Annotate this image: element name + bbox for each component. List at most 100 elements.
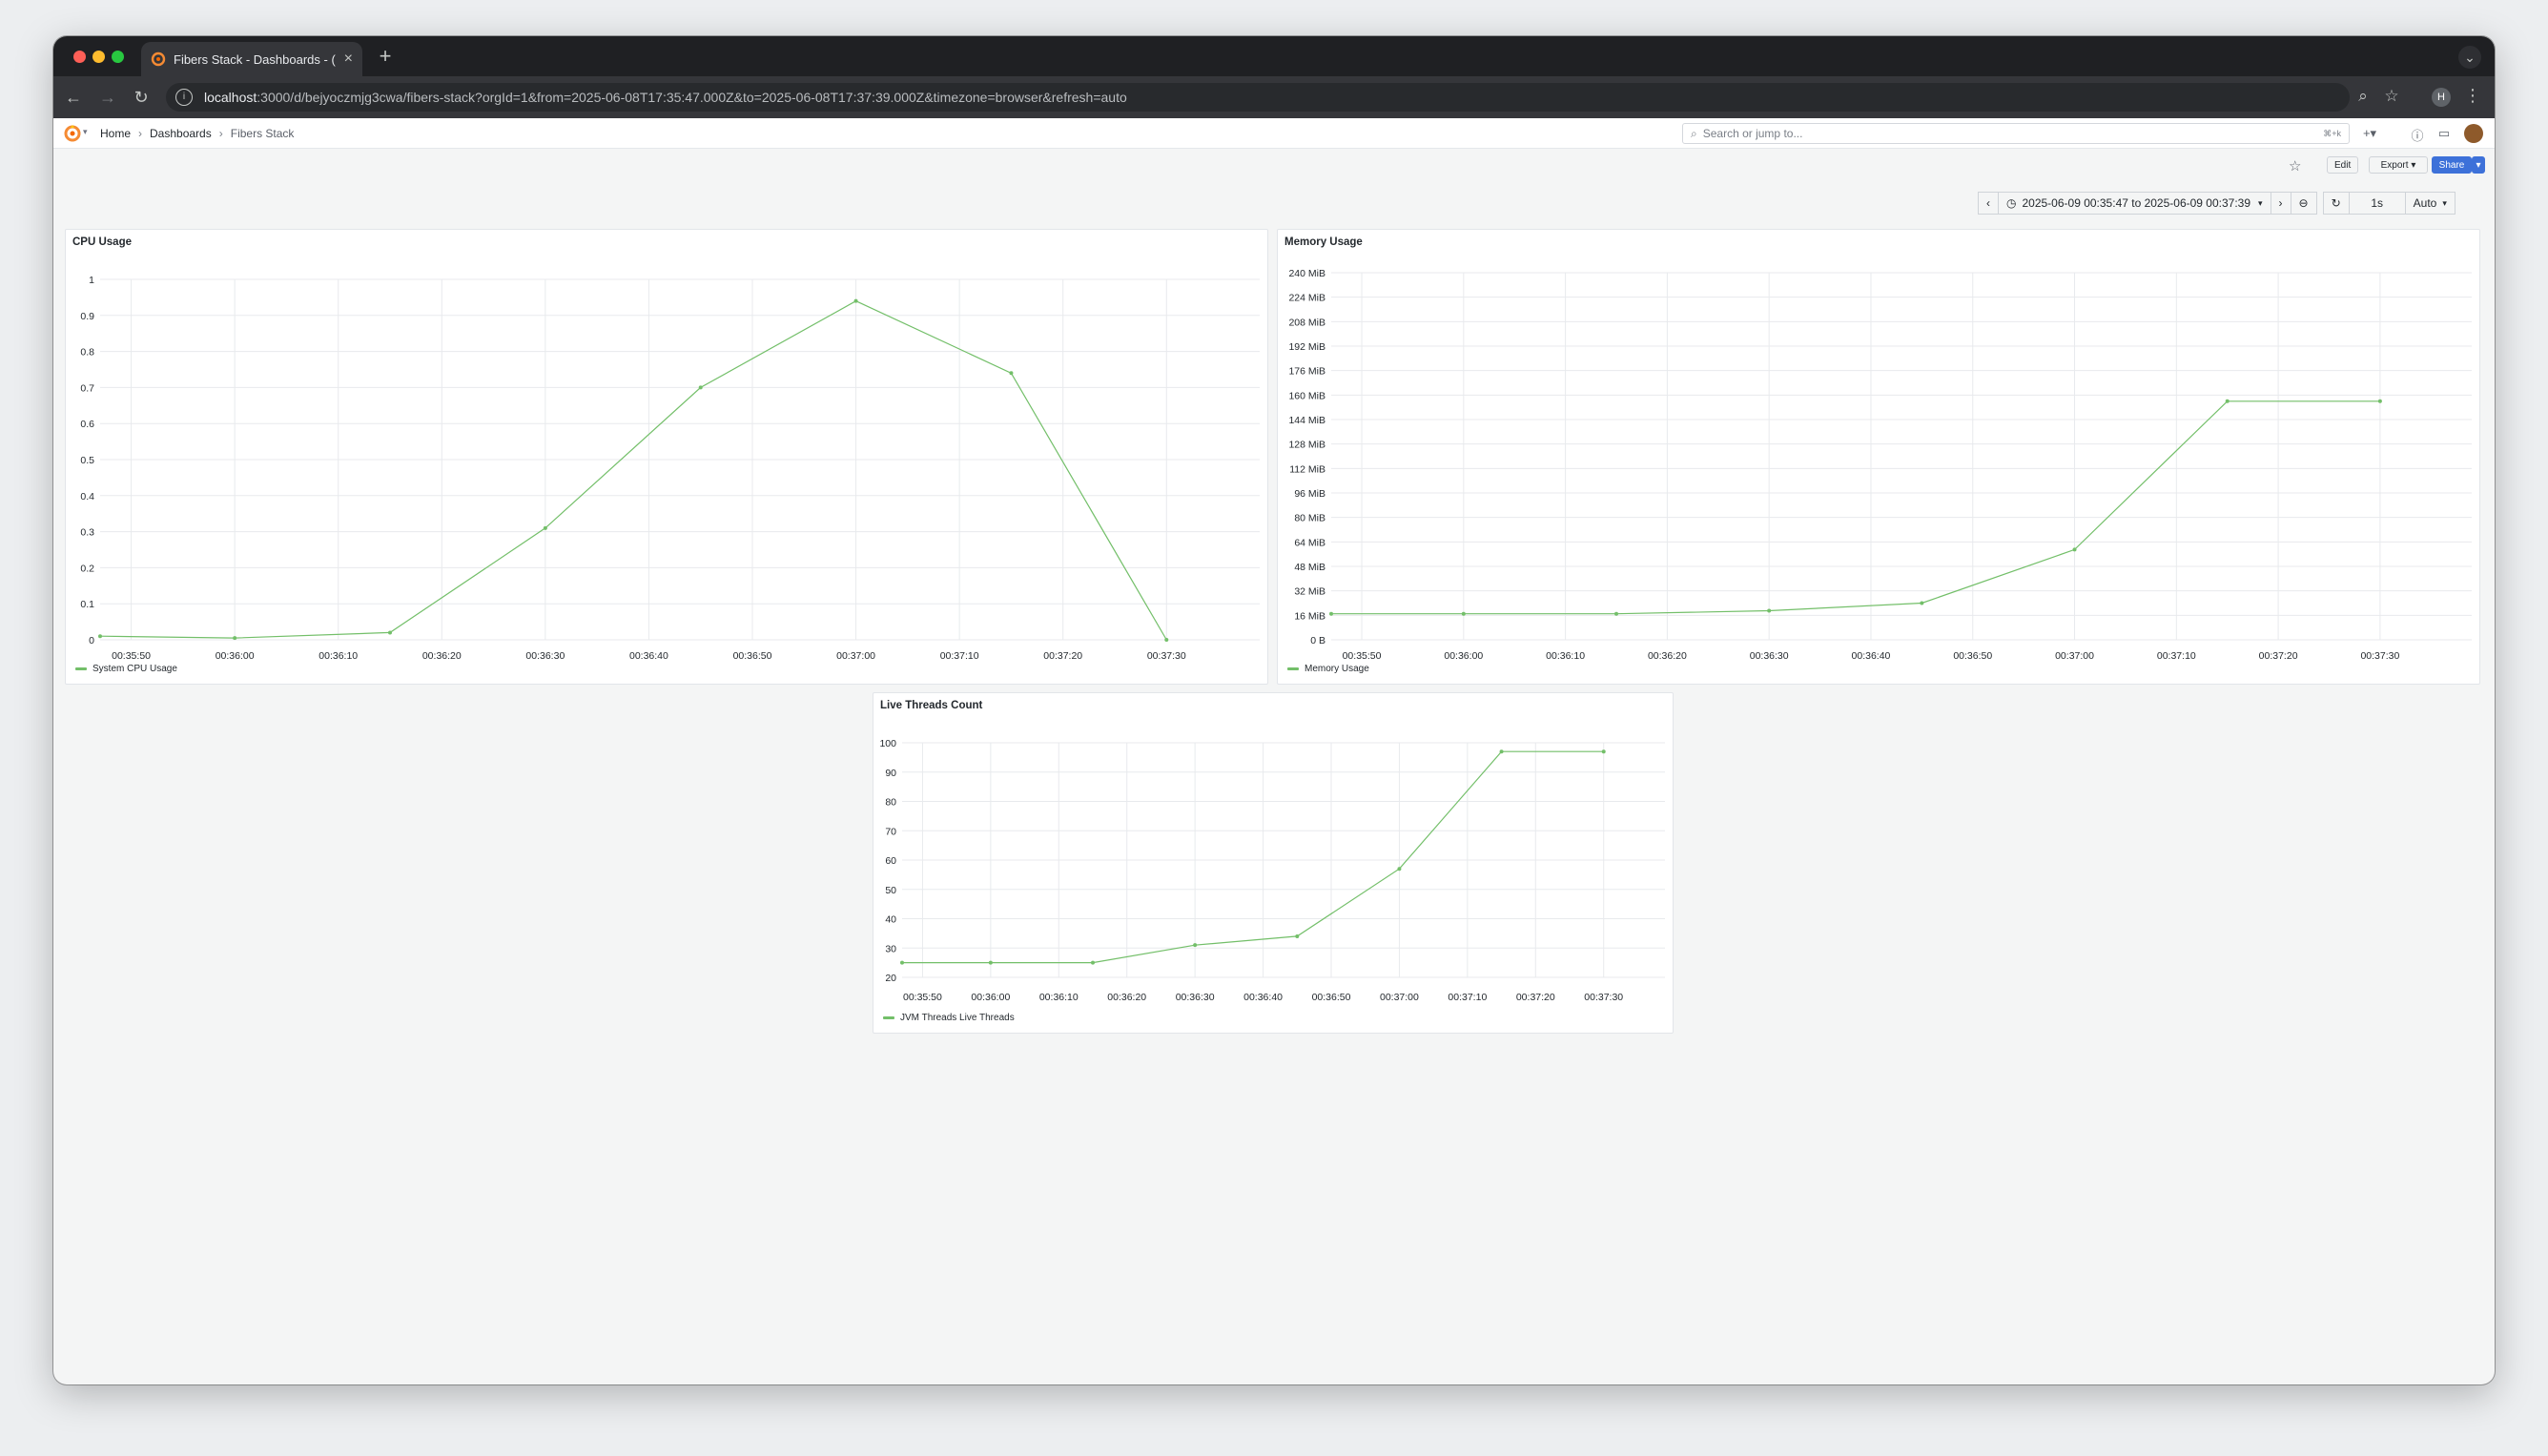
legend-swatch xyxy=(75,667,87,670)
x-tick-label: 00:35:50 xyxy=(112,650,151,662)
x-tick-label: 00:36:50 xyxy=(1312,992,1351,1003)
time-shift-back-icon[interactable]: ‹ xyxy=(1978,192,1999,215)
x-tick-label: 00:36:10 xyxy=(318,650,358,662)
y-tick-label: 30 xyxy=(885,943,896,954)
x-tick-label: 00:36:10 xyxy=(1039,992,1079,1003)
y-tick-label: 0.4 xyxy=(80,491,94,502)
data-point xyxy=(1009,371,1014,376)
new-tab-button[interactable]: + xyxy=(372,44,399,69)
browser-menu-icon[interactable]: ⋮ xyxy=(2464,86,2481,106)
y-tick-label: 80 MiB xyxy=(1294,513,1325,524)
data-point xyxy=(233,636,237,641)
share-chevron-down-icon[interactable]: ▾ xyxy=(2472,156,2485,174)
zoom-out-icon[interactable]: ⊖ xyxy=(2290,192,2317,215)
memory-usage-panel[interactable]: Memory Usage 0 B 16 MiB 32 MiB 48 MiB 64 MiB… xyxy=(1277,229,2480,685)
y-tick-label: 160 MiB xyxy=(1288,390,1325,401)
time-range-picker[interactable]: ◷ 2025-06-09 00:35:47 to 2025-06-09 00:3… xyxy=(1998,192,2271,215)
site-info-icon[interactable]: i xyxy=(175,89,193,106)
y-tick-label: 50 xyxy=(885,885,896,896)
y-tick-label: 0.1 xyxy=(80,599,94,610)
breadcrumb-current: Fibers Stack xyxy=(230,127,295,140)
search-input[interactable]: ⌕ Search or jump to... ⌘+k xyxy=(1682,123,2350,144)
time-controls: ‹ ◷ 2025-06-09 00:35:47 to 2025-06-09 00… xyxy=(1978,192,2456,215)
favorite-star-icon[interactable]: ☆ xyxy=(2289,157,2301,174)
reload-icon[interactable]: ↻ xyxy=(129,85,154,110)
maximize-window-button[interactable] xyxy=(112,51,124,63)
cpu-usage-chart: 0 0.1 0.2 0.3 0.4 0.5 0.6 0.7 0.8 0.9 1 00:35:50 00:… xyxy=(80,275,1260,662)
menu-chevron-down-icon[interactable]: ▾ xyxy=(83,127,88,137)
tab-close-icon[interactable]: × xyxy=(344,51,353,68)
data-point xyxy=(1295,933,1300,938)
auto-label: Auto xyxy=(2413,196,2437,210)
legend-label: JVM Threads Live Threads xyxy=(900,1013,1015,1023)
y-tick-label: 0.8 xyxy=(80,347,94,359)
clock-icon: ◷ xyxy=(2006,196,2017,210)
y-tick-label: 0 B xyxy=(1310,635,1325,646)
x-tick-label: 00:37:00 xyxy=(836,650,875,662)
data-point xyxy=(698,385,703,390)
address-bar[interactable]: i localhost:3000/d/bejyoczmjg3cwa/fibers… xyxy=(166,83,2350,112)
data-point xyxy=(1614,611,1618,616)
search-shortcut: ⌘+k xyxy=(2323,128,2341,138)
add-plus-icon[interactable]: +▾ xyxy=(2361,126,2378,141)
grafana-logo-icon[interactable] xyxy=(63,124,82,143)
close-window-button[interactable] xyxy=(73,51,86,63)
chart-legend[interactable]: JVM Threads Live Threads xyxy=(883,1013,1015,1023)
data-point xyxy=(1091,960,1095,965)
breadcrumb-dashboards[interactable]: Dashboards xyxy=(150,127,212,140)
x-tick-label: 00:37:30 xyxy=(1584,992,1623,1003)
x-tick-label: 00:37:00 xyxy=(1380,992,1419,1003)
y-tick-label: 208 MiB xyxy=(1288,317,1325,328)
x-tick-label: 00:36:40 xyxy=(1852,650,1891,662)
time-shift-forward-icon[interactable]: › xyxy=(2270,192,2291,215)
browser-toolbar: ← → ↻ i localhost:3000/d/bejyoczmjg3cwa/… xyxy=(53,76,2495,118)
share-button[interactable]: Share xyxy=(2432,156,2472,174)
data-point xyxy=(2377,399,2382,403)
cpu-usage-panel[interactable]: CPU Usage 0 0.1 0.2 0.3 0.4 0.5 0.6 0.7 0.8 0.9 1 0… xyxy=(65,229,1268,685)
x-tick-label: 00:36:10 xyxy=(1546,650,1585,662)
chart-legend[interactable]: Memory Usage xyxy=(1287,664,1369,674)
zoom-magnifier-icon[interactable]: ⌕ xyxy=(2352,87,2374,106)
x-tick-label: 00:37:20 xyxy=(1516,992,1555,1003)
browser-tab[interactable]: Fibers Stack - Dashboards - ( × xyxy=(141,42,362,76)
breadcrumb-home[interactable]: Home xyxy=(100,127,131,140)
tab-search-chevron-icon[interactable]: ⌄ xyxy=(2458,46,2481,69)
bookmark-star-icon[interactable]: ☆ xyxy=(2380,87,2403,106)
x-tick-label: 00:36:50 xyxy=(1953,650,1992,662)
chart-legend[interactable]: System CPU Usage xyxy=(75,664,177,674)
x-tick-label: 00:37:00 xyxy=(2055,650,2094,662)
y-tick-label: 0 xyxy=(89,635,94,646)
help-icon[interactable]: ⓘ xyxy=(2409,126,2426,144)
y-tick-label: 240 MiB xyxy=(1288,268,1325,279)
y-tick-label: 60 xyxy=(885,855,896,867)
data-point xyxy=(1499,749,1504,754)
data-point xyxy=(1920,601,1924,605)
back-arrow-icon[interactable]: ← xyxy=(61,85,86,110)
y-tick-label: 0.6 xyxy=(80,419,94,430)
grafana-top-bar: ▾ Home › Dashboards › Fibers Stack ⌕ Sea… xyxy=(53,118,2495,149)
y-tick-label: 112 MiB xyxy=(1289,463,1325,475)
y-tick-label: 0.3 xyxy=(80,527,94,539)
y-tick-label: 20 xyxy=(885,973,896,984)
live-threads-panel[interactable]: Live Threads Count 20 30 40 50 60 70 80 90 100 00… xyxy=(873,692,1674,1034)
y-tick-label: 1 xyxy=(89,275,94,286)
refresh-interval[interactable]: 1s xyxy=(2348,192,2406,215)
minimize-window-button[interactable] xyxy=(92,51,105,63)
auto-refresh-picker[interactable]: Auto ▾ xyxy=(2404,192,2456,215)
x-tick-label: 00:36:40 xyxy=(1243,992,1283,1003)
y-tick-label: 224 MiB xyxy=(1288,293,1325,304)
browser-window: Fibers Stack - Dashboards - ( × + ⌄ ← → … xyxy=(53,36,2495,1384)
refresh-icon[interactable]: ↻ xyxy=(2322,192,2350,215)
y-tick-label: 0.7 xyxy=(80,382,94,394)
data-point xyxy=(388,630,392,635)
news-icon[interactable]: ▭ xyxy=(2435,126,2453,141)
edit-button[interactable]: Edit xyxy=(2327,156,2359,174)
breadcrumb-separator-icon: › xyxy=(138,127,143,140)
forward-arrow-icon[interactable]: → xyxy=(95,85,120,110)
y-tick-label: 64 MiB xyxy=(1294,537,1325,548)
y-tick-label: 16 MiB xyxy=(1294,610,1325,622)
export-button[interactable]: Export ▾ xyxy=(2369,156,2428,174)
profile-avatar[interactable]: H xyxy=(2432,88,2451,107)
user-avatar[interactable] xyxy=(2464,124,2483,143)
y-tick-label: 40 xyxy=(885,914,896,926)
